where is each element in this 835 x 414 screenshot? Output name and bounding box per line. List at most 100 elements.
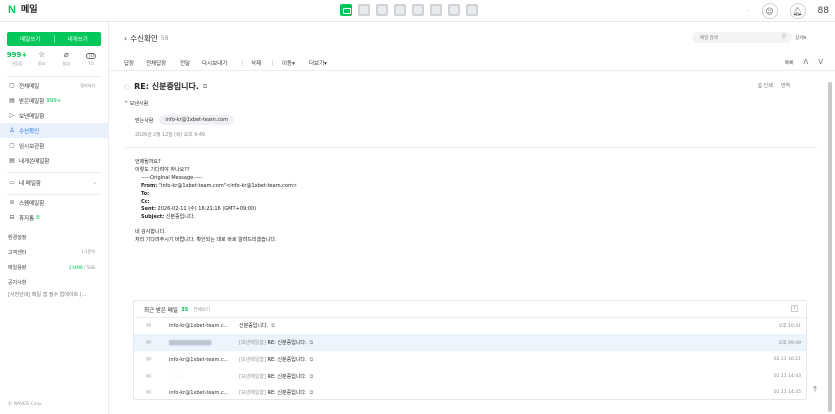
settings-link[interactable]: 환경설정 <box>0 231 109 243</box>
notice-item[interactable]: [사전안내] 메일 앱 필수 업데이트 (... <box>0 288 109 300</box>
drive-app-icon[interactable] <box>412 4 424 16</box>
print-button[interactable]: ⎙ 인쇄 <box>758 82 773 89</box>
external-link-icon[interactable]: ⧉ <box>203 83 207 91</box>
recipient-chip[interactable]: info-kr@1xbet-team.com <box>159 115 235 125</box>
customer-center-link[interactable]: 고객센터 1:1문의 <box>0 246 109 258</box>
note-app-icon[interactable] <box>376 4 388 16</box>
write-to-self-button[interactable]: 내게쓰기 <box>55 32 102 46</box>
quick-important[interactable]: ☆ 중요 <box>32 51 52 67</box>
organize-link[interactable]: 정리하기 <box>80 83 95 89</box>
chat-icon[interactable]: ☺ <box>761 3 778 19</box>
mail-row-time: 02.11 14:35 <box>773 390 801 395</box>
chevron-down-icon[interactable]: ᐯ <box>818 58 823 66</box>
sidebar-item-spam[interactable]: ⊘ 스팸메일함 <box>0 195 109 210</box>
mail-search: ⚲ <box>692 32 792 43</box>
sidebar-item-trash[interactable]: ⊟ 휴지통 8 <box>0 210 109 225</box>
sidebar-item-drafts[interactable]: ▢ 임시보관함 <box>0 138 109 153</box>
apps-grid-icon[interactable]: 88 <box>818 6 829 16</box>
list-button[interactable]: 목록 <box>785 59 794 66</box>
more-dropdown[interactable]: 더보기▾ <box>309 59 327 67</box>
sidebar-item-inbox[interactable]: ▤ 받은메일함 999+ <box>0 93 109 108</box>
detail-search-button[interactable]: 상세▾ <box>795 34 806 41</box>
scroll-to-top-icon[interactable]: ⤒ <box>809 385 821 397</box>
external-link-icon[interactable]: ⧉ <box>271 323 275 329</box>
mail-row-subject: [보낸메일함] RE: 신분증입니다. ⧉ <box>239 389 313 396</box>
board-app-icon[interactable] <box>448 4 460 16</box>
recent-mail-row[interactable]: ✉ info-kr@1xbet-team.c... [보낸메일함] RE: 신분… <box>134 351 806 368</box>
scrollbar[interactable] <box>828 82 832 412</box>
trash-count: 8 <box>36 214 40 221</box>
recent-mail-row[interactable]: ✉ info-kr@1xbet-team.c... 신분증입니다. ⧉ 오후 10… <box>134 317 806 334</box>
body-gap <box>135 222 815 229</box>
envelope-icon: ✉ <box>146 389 152 396</box>
mail-body: 언제될까요? 이렇도 기다려야 하나요?? -----Original Mess… <box>135 159 815 245</box>
chevron-up-icon: ^ <box>124 101 129 107</box>
notice-link[interactable]: 공지사항 <box>0 276 109 288</box>
quick-attachment[interactable]: ⌀ 첨부 <box>56 51 76 67</box>
print-label: 인쇄 <box>763 83 773 89</box>
write-mail-button[interactable]: 메일쓰기 <box>7 32 54 46</box>
recent-mail-row[interactable]: ✉ info-kr@1xbet-team.c... [보낸메일함] RE: 신분… <box>134 384 806 401</box>
to-badge-icon: TO <box>85 53 96 59</box>
sidebar-item-my-folder[interactable]: ▭ 내 메일함 ⌄ <box>0 175 109 190</box>
body-line: 이렇도 기다려야 하나요?? <box>135 166 190 173</box>
toolbar-divider <box>272 60 273 66</box>
delete-button[interactable]: 삭제 <box>251 59 261 67</box>
mail-date: 2026년 2월 12일 (목) 오후 9:49 <box>135 133 205 138</box>
star-icon[interactable]: ○ <box>124 83 130 91</box>
sender-toggle[interactable]: ^ 보낸사람 <box>124 100 148 107</box>
profile-dot[interactable]: · <box>748 8 750 15</box>
sidebar-divider <box>7 172 101 173</box>
quick-to-me[interactable]: TO TO <box>81 51 101 67</box>
translate-button[interactable]: 번역 <box>781 82 790 89</box>
sidebar-item-read-receipt[interactable]: ♙ 수신확인 <box>0 123 109 138</box>
notification-bell-icon[interactable]: 🔔︎ <box>789 3 806 19</box>
mail-row-time: 오후 09:49 <box>778 340 801 346</box>
view-all-link[interactable]: 전체보기 <box>194 307 211 313</box>
notice-title: [사전안내] 메일 앱 필수 업데이트 (... <box>8 291 87 298</box>
search-icon[interactable]: ⚲ <box>782 33 786 40</box>
sidebar-item-all-mail[interactable]: ▢ 전체메일 정리하기 <box>0 78 109 93</box>
attachment-label: 첨부 <box>62 61 70 66</box>
reply-all-button[interactable]: 전체답장 <box>146 59 166 67</box>
calendar-app-icon[interactable] <box>358 4 370 16</box>
original-message-marker: -----Original Message----- <box>141 174 203 181</box>
recent-title: 최근 받은 메일 <box>144 308 178 314</box>
mail-row-subject-text: RE: 신분증입니다. <box>267 340 307 346</box>
memo-app-icon[interactable] <box>430 4 442 16</box>
sidebar-item-self-mail[interactable]: ▤ 내게쓴메일함 <box>0 153 109 168</box>
trash-icon: ⊟ <box>9 214 15 221</box>
recent-mail-row[interactable]: ✉ ███████████ [보낸메일함] RE: 신분증입니다. ⧉ 오후 09… <box>134 334 806 351</box>
subject-value: 신분증입니다. <box>164 214 195 221</box>
self-mail-icon: ▤ <box>9 157 15 164</box>
bookmark-app-icon[interactable] <box>466 4 478 16</box>
naver-mail-logo[interactable]: N 메일 <box>8 5 38 16</box>
help-icon[interactable]: ? <box>791 305 798 312</box>
sent-icon: ▷ <box>9 112 15 119</box>
sidebar-item-sent[interactable]: ▷ 보낸메일함 <box>0 108 109 123</box>
external-link-icon[interactable]: ⧉ <box>310 357 314 363</box>
mail-row-from: ███████████ <box>169 339 212 346</box>
mail-row-from: info-kr@1xbet-team.c... <box>169 356 229 363</box>
spam-icon: ⊘ <box>9 199 15 206</box>
forward-button[interactable]: 전달 <box>180 59 190 67</box>
sidebar-item-label: 받은메일함 <box>19 98 45 105</box>
resend-button[interactable]: 다시보내기 <box>202 59 227 67</box>
reply-button[interactable]: 답장 <box>124 59 134 67</box>
move-dropdown[interactable]: 이동▾ <box>282 59 295 67</box>
quick-unread[interactable]: 999+ 안읽음 <box>7 51 27 67</box>
recent-mail-row[interactable]: ✉ · · · · · [보낸메일함] RE: 신분증입니다. ⧉ 02.11 1… <box>134 368 806 385</box>
search-input[interactable] <box>700 35 770 40</box>
back-chevron-icon[interactable]: ‹ <box>124 34 127 43</box>
chevron-up-icon[interactable]: ᐱ <box>803 58 808 66</box>
mail-row-tag: [보낸메일함] <box>239 374 266 380</box>
external-link-icon[interactable]: ⧉ <box>310 340 314 346</box>
chevron-down-icon[interactable]: ⌄ <box>92 179 97 186</box>
external-link-icon[interactable]: ⧉ <box>310 390 314 396</box>
mail-app-icon[interactable] <box>340 4 352 16</box>
external-link-icon[interactable]: ⧉ <box>310 374 314 380</box>
inquiry-button[interactable]: 1:1문의 <box>81 249 95 255</box>
folder-count: 58 <box>160 35 169 42</box>
contacts-app-icon[interactable] <box>394 4 406 16</box>
recent-mails-panel: 최근 받은 메일 35 전체보기 ? ✉ info-kr@1xbet-team.… <box>133 300 807 400</box>
